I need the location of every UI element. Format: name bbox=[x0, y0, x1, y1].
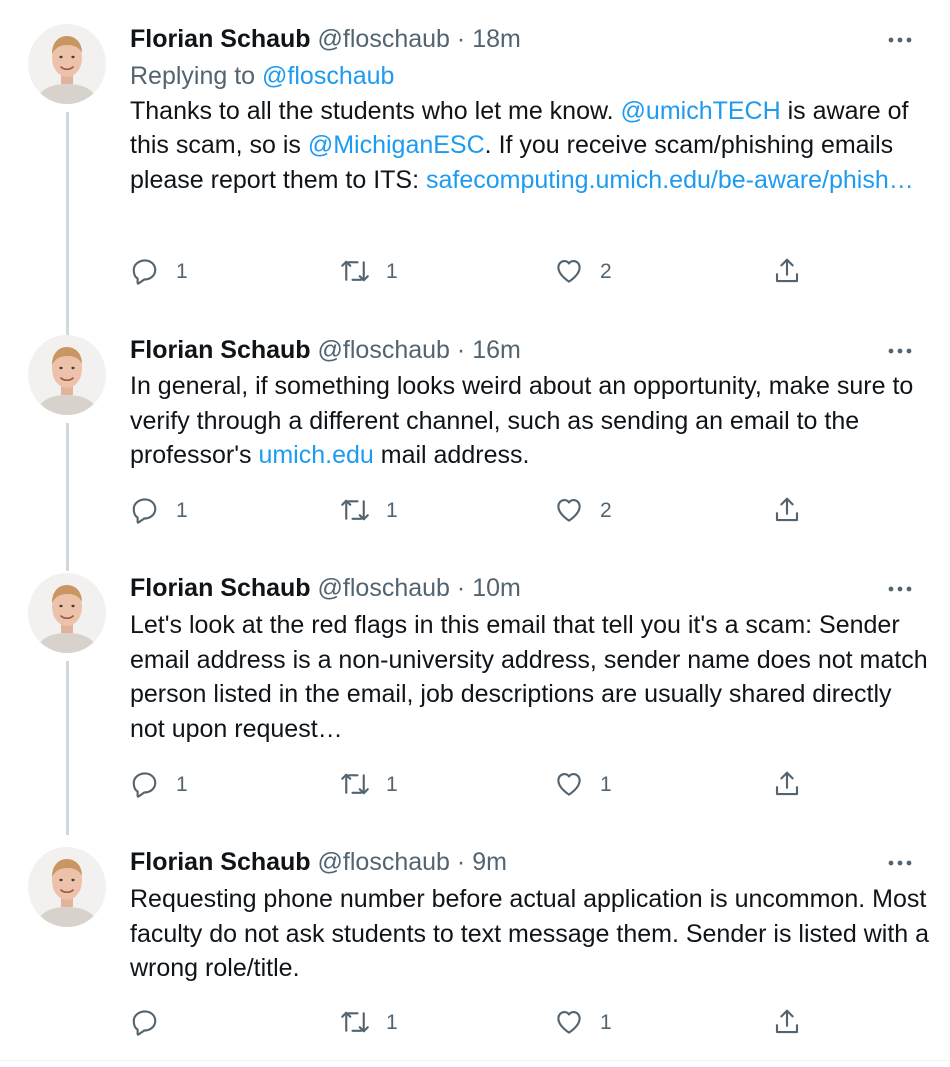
thread-line bbox=[66, 423, 69, 571]
avatar[interactable] bbox=[28, 573, 106, 653]
share-icon bbox=[772, 769, 802, 799]
like-count: 1 bbox=[600, 1011, 612, 1034]
more-icon[interactable] bbox=[886, 30, 914, 50]
author-name[interactable]: Florian Schaub bbox=[130, 336, 311, 364]
author-name[interactable]: Florian Schaub bbox=[130, 25, 311, 53]
like-count: 1 bbox=[600, 773, 612, 796]
tweet-body: In general, if something looks weird abo… bbox=[130, 369, 930, 473]
tweet-body: Thanks to all the students who let me kn… bbox=[130, 94, 930, 198]
replying-handle-link[interactable]: @floschaub bbox=[262, 62, 394, 90]
tweet-text: In general, if something looks weird abo… bbox=[130, 369, 930, 473]
thread-line bbox=[66, 112, 69, 347]
timestamp[interactable]: 16m bbox=[472, 336, 521, 364]
separator-dot: · bbox=[456, 25, 466, 53]
thread: Florian Schaub @floschaub · 18m Replying… bbox=[0, 0, 950, 1067]
like-button[interactable]: 1 bbox=[554, 769, 612, 799]
timestamp[interactable]: 18m bbox=[472, 25, 521, 53]
tweet-text-segment: Requesting phone number before actual ap… bbox=[130, 885, 930, 982]
retweet-icon bbox=[340, 495, 370, 525]
share-icon bbox=[772, 495, 802, 525]
divider bbox=[0, 1060, 950, 1061]
author-handle[interactable]: @floschaub bbox=[318, 574, 450, 602]
reply-count: 1 bbox=[176, 260, 188, 283]
tweet-link[interactable]: @MichiganESC bbox=[308, 131, 485, 159]
like-count: 2 bbox=[600, 260, 612, 283]
separator-dot: · bbox=[456, 848, 466, 876]
tweet-text-segment: Thanks to all the students who let me kn… bbox=[130, 96, 621, 125]
action-bar: 1 1 2 bbox=[130, 256, 810, 292]
tweet-body: Let's look at the red flags in this emai… bbox=[130, 608, 930, 746]
like-icon bbox=[554, 769, 584, 799]
share-button[interactable] bbox=[772, 256, 802, 286]
share-icon bbox=[772, 1007, 802, 1037]
like-icon bbox=[554, 495, 584, 525]
like-count: 2 bbox=[600, 499, 612, 522]
reply-button[interactable]: 1 bbox=[130, 256, 188, 286]
tweet-link[interactable]: umich.edu bbox=[258, 441, 373, 469]
author-name[interactable]: Florian Schaub bbox=[130, 848, 311, 876]
reply-icon bbox=[130, 495, 160, 525]
tweet-header: Florian Schaub @floschaub · 18m bbox=[130, 23, 521, 55]
reply-count: 1 bbox=[176, 773, 188, 796]
action-bar: 1 1 2 bbox=[130, 495, 810, 531]
more-icon[interactable] bbox=[886, 341, 914, 361]
retweet-button[interactable]: 1 bbox=[340, 1007, 398, 1037]
avatar[interactable] bbox=[28, 847, 106, 927]
thread-line bbox=[66, 661, 69, 835]
retweet-icon bbox=[340, 256, 370, 286]
more-icon[interactable] bbox=[886, 579, 914, 599]
tweet-header: Florian Schaub @floschaub · 16m bbox=[130, 334, 521, 366]
separator-dot: · bbox=[456, 574, 466, 602]
share-button[interactable] bbox=[772, 769, 802, 799]
avatar[interactable] bbox=[28, 335, 106, 415]
tweet-body: Requesting phone number before actual ap… bbox=[130, 882, 930, 986]
retweet-button[interactable]: 1 bbox=[340, 495, 398, 525]
tweet-text-segment: mail address. bbox=[373, 441, 530, 469]
share-button[interactable] bbox=[772, 1007, 802, 1037]
tweet-link[interactable]: @umichTECH bbox=[621, 97, 781, 125]
like-button[interactable]: 2 bbox=[554, 495, 612, 525]
like-icon bbox=[554, 256, 584, 286]
tweet-text: Requesting phone number before actual ap… bbox=[130, 882, 930, 986]
action-bar: 1 1 1 bbox=[130, 769, 810, 805]
like-button[interactable]: 1 bbox=[554, 1007, 612, 1037]
share-icon bbox=[772, 256, 802, 286]
reply-button[interactable]: 1 bbox=[130, 769, 188, 799]
tweet-text: Let's look at the red flags in this emai… bbox=[130, 608, 930, 746]
retweet-icon bbox=[340, 1007, 370, 1037]
reply-count: 1 bbox=[176, 499, 188, 522]
like-button[interactable]: 2 bbox=[554, 256, 612, 286]
retweet-count: 1 bbox=[386, 260, 398, 283]
timestamp[interactable]: 10m bbox=[472, 574, 521, 602]
tweet-text-segment: Let's look at the red flags in this emai… bbox=[130, 611, 928, 743]
reply-button[interactable]: 1 bbox=[130, 495, 188, 525]
tweet-text: Replying to @floschaub Thanks to all the… bbox=[130, 59, 930, 197]
tweet-header: Florian Schaub @floschaub · 9m bbox=[130, 846, 507, 878]
tweet-header: Florian Schaub @floschaub · 10m bbox=[130, 572, 521, 604]
replying-label: Replying to bbox=[130, 62, 263, 90]
author-handle[interactable]: @floschaub bbox=[318, 25, 450, 53]
retweet-button[interactable]: 1 bbox=[340, 256, 398, 286]
retweet-button[interactable]: 1 bbox=[340, 769, 398, 799]
separator-dot: · bbox=[456, 336, 466, 364]
retweet-count: 1 bbox=[386, 1011, 398, 1034]
like-icon bbox=[554, 1007, 584, 1037]
retweet-count: 1 bbox=[386, 773, 398, 796]
author-handle[interactable]: @floschaub bbox=[318, 336, 450, 364]
tweet-link[interactable]: safecomputing.umich.edu/be-aware/phish… bbox=[426, 166, 914, 194]
timestamp[interactable]: 9m bbox=[472, 848, 507, 876]
share-button[interactable] bbox=[772, 495, 802, 525]
author-name[interactable]: Florian Schaub bbox=[130, 574, 311, 602]
reply-button[interactable] bbox=[130, 1007, 176, 1037]
reply-icon bbox=[130, 1007, 160, 1037]
retweet-count: 1 bbox=[386, 499, 398, 522]
author-handle[interactable]: @floschaub bbox=[318, 848, 450, 876]
more-icon[interactable] bbox=[886, 853, 914, 873]
reply-icon bbox=[130, 769, 160, 799]
retweet-icon bbox=[340, 769, 370, 799]
replying-to: Replying to @floschaub bbox=[130, 59, 930, 94]
reply-icon bbox=[130, 256, 160, 286]
avatar[interactable] bbox=[28, 24, 106, 104]
action-bar: 11 bbox=[130, 1007, 810, 1043]
